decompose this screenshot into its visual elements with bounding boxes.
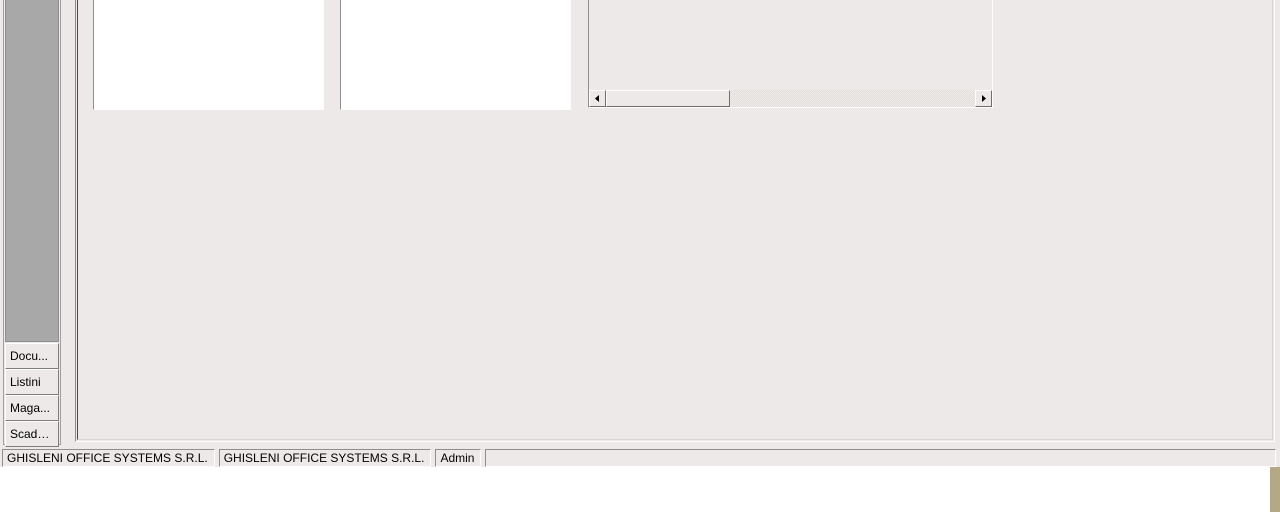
status-company-1: GHISLENI OFFICE SYSTEMS S.R.L. [2,449,215,467]
main-content-frame [75,0,1275,442]
scroll-thumb[interactable] [606,90,730,107]
app-area: Docu... Listini Maga... Scade... [0,0,1280,465]
sidebar: Docu... Listini Maga... Scade... [3,0,61,445]
status-company-2: GHISLENI OFFICE SYSTEMS S.R.L. [219,449,432,467]
sidebar-button-group: Docu... Listini Maga... Scade... [4,343,60,447]
main-content-inner [77,0,1273,440]
list-body[interactable] [589,0,992,90]
horizontal-scrollbar [589,90,992,107]
arrow-left-icon [594,95,601,102]
sidebar-active-panel [5,0,59,342]
vertical-splitter[interactable] [63,0,72,445]
status-empty [485,449,1276,467]
corner-strip [1270,467,1280,512]
sidebar-item-listini[interactable]: Listini [5,369,59,395]
status-user: Admin [435,449,481,467]
scroll-track[interactable] [606,90,975,107]
status-bar: GHISLENI OFFICE SYSTEMS S.R.L. GHISLENI … [0,449,1280,467]
sidebar-item-magazzino[interactable]: Maga... [5,395,59,421]
sidebar-item-scadenze[interactable]: Scade... [5,421,59,447]
list-panel [588,0,993,108]
content-panel-2 [340,0,571,110]
arrow-right-icon [980,95,987,102]
scroll-right-button[interactable] [975,90,992,107]
scroll-left-button[interactable] [589,90,606,107]
content-panel-1 [93,0,324,110]
sidebar-item-documenti[interactable]: Docu... [5,343,59,369]
